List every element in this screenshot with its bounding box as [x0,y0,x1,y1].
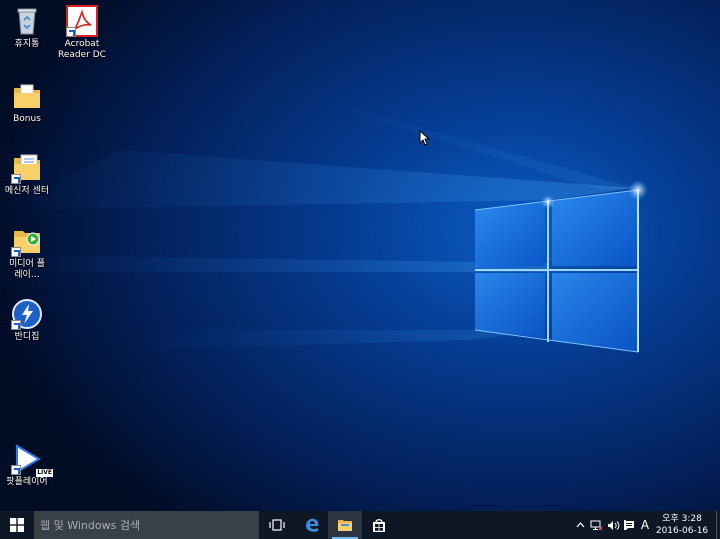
acrobat-reader-label: Acrobat Reader DC [58,39,106,60]
potplayer-icon: LIVE [11,443,53,477]
clock-date: 2016-06-16 [655,526,709,536]
windows-start-icon [10,518,24,532]
media-player-folder-icon [11,225,43,257]
ime-indicator: A [640,518,650,532]
task-view-button[interactable] [260,511,294,539]
shortcut-arrow-icon [11,320,21,330]
acrobat-reader-icon [66,5,98,37]
show-hidden-icons-button[interactable] [573,511,587,539]
store-button[interactable] [362,511,396,539]
action-center-icon [624,520,634,530]
mouse-cursor-icon [419,130,431,146]
bonus-folder[interactable]: Bonus [0,80,59,125]
messenger-folder-icon [11,152,43,184]
bandizip-label: 반디집 [14,332,40,342]
media-player-label: 미디어 플레이… [9,259,45,280]
shortcut-arrow-icon [11,465,21,475]
edge-button[interactable] [295,511,329,539]
bonus-folder-label: Bonus [13,114,41,124]
network-button[interactable] [588,511,604,539]
clock[interactable]: 오후 3:28 2016-06-16 [654,513,710,537]
messenger-center-label: 메신저 센터 [4,186,50,196]
speaker-icon [607,520,619,530]
search-box[interactable]: 웹 및 Windows 검색 [34,511,259,539]
windows-logo-graphic [474,189,639,353]
shortcut-arrow-icon [11,174,21,184]
network-icon [590,520,602,530]
folder-icon [11,80,43,112]
media-player-shortcut[interactable]: 미디어 플레이… [0,225,59,281]
volume-button[interactable] [605,511,621,539]
action-center-button[interactable] [622,511,636,539]
potplayer-shortcut[interactable]: LIVE 팟플레이어 [0,443,59,488]
acrobat-reader-shortcut[interactable]: Acrobat Reader DC [50,5,114,61]
taskbar: 웹 및 Windows 검색 A 오후 3:28 2016-06-16 [0,511,720,539]
store-icon [373,518,385,532]
messenger-center-shortcut[interactable]: 메신저 센터 [0,152,59,197]
edge-icon [306,518,319,532]
chevron-up-icon [576,522,584,528]
live-badge: LIVE [36,469,53,477]
recycle-bin-icon [11,5,43,37]
file-explorer-icon [338,520,352,531]
shortcut-arrow-icon [66,27,76,37]
search-placeholder: 웹 및 Windows 검색 [40,519,141,532]
show-desktop-button[interactable] [716,511,720,539]
shortcut-arrow-icon [11,247,21,257]
desktop-wallpaper [0,0,720,511]
input-method-button[interactable]: A [638,511,652,539]
task-view-icon [269,519,285,531]
bandizip-shortcut[interactable]: 반디집 [0,298,59,343]
start-button[interactable] [0,511,34,539]
potplayer-label: 팟플레이어 [6,477,48,487]
file-explorer-button[interactable] [328,511,362,539]
bandizip-icon [11,298,43,330]
clock-time: 오후 3:28 [662,514,702,524]
